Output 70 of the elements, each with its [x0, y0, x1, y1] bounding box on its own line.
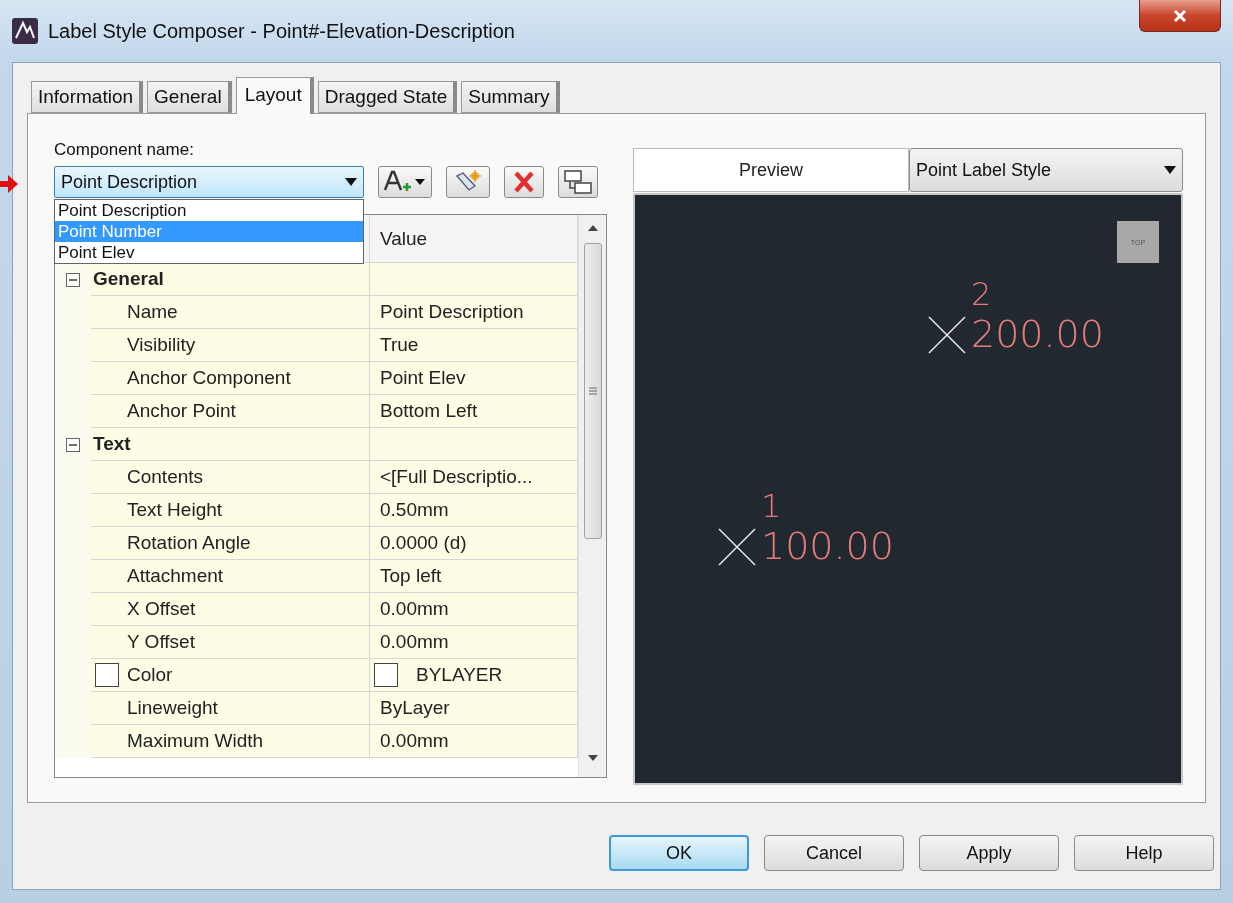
category-header: Text	[91, 428, 370, 461]
property-cell: Y Offset	[91, 626, 370, 659]
value-cell[interactable]: Bottom Left	[370, 395, 578, 428]
tab[interactable]: Summary	[461, 81, 560, 113]
dialog-button[interactable]: Help	[1074, 835, 1214, 871]
column-header: Value	[370, 215, 578, 263]
value-cell[interactable]: Point Elev	[370, 362, 578, 395]
property-cell: Lineweight	[91, 692, 370, 725]
window-title: Label Style Composer - Point#-Elevation-Description	[48, 20, 515, 43]
category-header: General	[91, 263, 370, 296]
arrow-icon	[0, 175, 18, 193]
collapse-icon[interactable]	[66, 272, 80, 287]
property-cell: Anchor Point	[91, 395, 370, 428]
tab[interactable]: Dragged State	[317, 81, 458, 113]
value-cell[interactable]: Point Description	[370, 296, 578, 329]
color-swatch	[374, 663, 398, 687]
property-cell: Contents	[91, 461, 370, 494]
style-dropdown[interactable]: Point Label Style	[909, 148, 1183, 192]
scroll-down-icon[interactable]	[587, 755, 598, 761]
property-cell: Text Height	[91, 494, 370, 527]
scroll-up-icon[interactable]	[587, 225, 598, 231]
component-dropdown[interactable]: Point Description	[54, 166, 364, 198]
property-cell: Attachment	[91, 560, 370, 593]
point-elevation: 100.00	[761, 527, 894, 565]
edit-button[interactable]	[446, 166, 490, 198]
value-cell[interactable]: True	[370, 329, 578, 362]
scrollbar[interactable]	[578, 215, 606, 777]
dialog-button[interactable]: OK	[609, 835, 749, 871]
color-swatch	[95, 663, 119, 687]
add-text-button[interactable]	[378, 166, 432, 198]
value-cell[interactable]: 0.00mm	[370, 593, 578, 626]
tab[interactable]: Layout	[235, 77, 314, 114]
close-button[interactable]	[1139, 0, 1221, 32]
value-cell[interactable]: <[Full Descriptio...	[370, 461, 578, 494]
stacked-boxes-icon	[563, 169, 593, 195]
property-cell: Color	[91, 659, 370, 692]
delete-button[interactable]	[504, 166, 544, 198]
app-icon	[12, 18, 38, 44]
row-header	[55, 725, 91, 758]
property-cell: Anchor Component	[91, 362, 370, 395]
text-add-icon	[383, 170, 427, 194]
grip-icon	[588, 387, 597, 395]
point-number: 1	[761, 487, 782, 525]
value-cell[interactable]: 0.00mm	[370, 725, 578, 758]
dialog-button[interactable]: Apply	[919, 835, 1059, 871]
value-cell[interactable]: 0.0000 (d)	[370, 527, 578, 560]
property-cell: Visibility	[91, 329, 370, 362]
property-cell: Maximum Width	[91, 725, 370, 758]
point-number: 2	[971, 275, 992, 313]
property-cell: Name	[91, 296, 370, 329]
cross-marker-icon	[717, 527, 757, 567]
dialog-button[interactable]: Cancel	[764, 835, 904, 871]
tab[interactable]: General	[147, 81, 232, 113]
point-elevation: 200.00	[971, 315, 1104, 353]
close-icon	[1173, 8, 1187, 23]
collapse-icon[interactable]	[66, 437, 80, 452]
value-cell[interactable]: Top left	[370, 560, 578, 593]
property-cell: Rotation Angle	[91, 527, 370, 560]
property-cell: X Offset	[91, 593, 370, 626]
cross-marker-icon	[927, 315, 967, 355]
caret-icon	[345, 178, 357, 186]
value-cell[interactable]: ByLayer	[370, 692, 578, 725]
copy-button[interactable]	[558, 166, 598, 198]
value-cell[interactable]: BYLAYER	[370, 659, 578, 692]
preview-label: Preview	[633, 148, 909, 192]
field-label: Component name:	[54, 140, 195, 160]
tab[interactable]: Information	[31, 81, 144, 113]
caret-icon	[1164, 166, 1176, 174]
value-cell[interactable]: 0.00mm	[370, 626, 578, 659]
value-cell[interactable]: 0.50mm	[370, 494, 578, 527]
